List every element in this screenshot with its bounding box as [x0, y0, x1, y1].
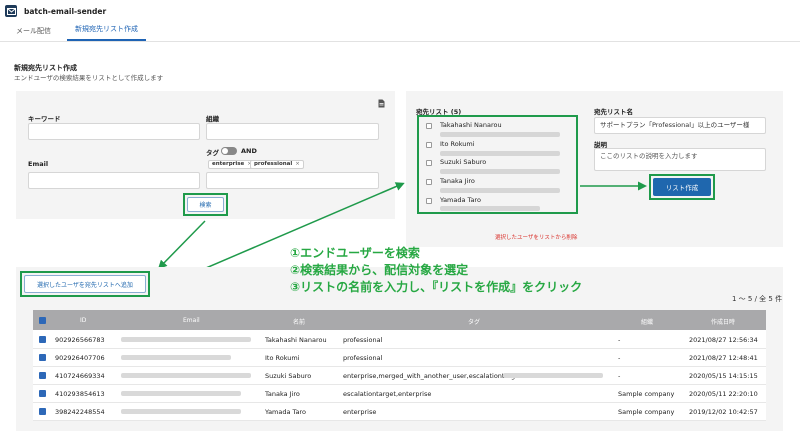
cell-id: 902926566783	[55, 336, 105, 344]
row-checkbox[interactable]	[39, 390, 46, 397]
cell-org: -	[618, 372, 621, 380]
cell-name: Suzuki Saburo	[265, 372, 312, 380]
col-tags[interactable]: タグ	[468, 317, 480, 326]
cell-name: Ito Rokumi	[265, 354, 300, 362]
table-row[interactable]: 902926407706 Ito Rokumi professional - 2…	[33, 349, 766, 367]
add-to-list-button[interactable]: 選択したユーザを宛先リストへ追加	[24, 275, 146, 293]
cell-name: Yamada Taro	[265, 408, 306, 416]
cell-org: Sample company	[618, 408, 675, 416]
table-header: ID Email 名前 タグ 組織 作成日時	[33, 310, 766, 330]
arrow-search-to-add	[157, 220, 206, 270]
cell-created: 2019/12/02 10:42:57	[689, 408, 758, 416]
cell-created: 2020/05/15 14:15:15	[689, 372, 758, 380]
cell-org: -	[618, 336, 621, 344]
redacted-email	[121, 355, 231, 360]
col-id[interactable]: ID	[80, 317, 86, 324]
row-checkbox[interactable]	[39, 336, 46, 343]
cell-tags: escalationtarget,enterprise	[343, 390, 432, 398]
col-name[interactable]: 名前	[293, 317, 305, 326]
table-row[interactable]: 902926566783 Takahashi Nanarou professio…	[33, 331, 766, 349]
redacted-email	[121, 409, 241, 414]
cell-id: 410293854613	[55, 390, 105, 398]
row-checkbox[interactable]	[39, 408, 46, 415]
cell-tags: professional	[343, 336, 383, 344]
cell-id: 902926407706	[55, 354, 105, 362]
cell-created: 2021/08/27 12:56:34	[689, 336, 758, 344]
cell-name: Tanaka Jiro	[265, 390, 300, 398]
redacted-tags	[503, 373, 603, 378]
cell-tags: professional	[343, 354, 383, 362]
select-all-checkbox[interactable]	[39, 317, 46, 324]
instruction-step-2: ②検索結果から、配信対象を選定	[290, 263, 469, 277]
row-checkbox[interactable]	[39, 354, 46, 361]
cell-name: Takahashi Nanarou	[265, 336, 327, 344]
col-email[interactable]: Email	[183, 317, 200, 324]
instructions: ①エンドユーザーを検索 ②検索結果から、配信対象を選定 ③リストの名前を入力し、…	[290, 245, 582, 296]
cell-created: 2020/05/11 22:20:10	[689, 390, 758, 398]
cell-id: 398242248554	[55, 408, 105, 416]
redacted-email	[121, 373, 251, 378]
results-table: ID Email 名前 タグ 組織 作成日時 902926566783 Taka…	[33, 310, 766, 421]
cell-id: 410724669334	[55, 372, 105, 380]
redacted-email	[121, 337, 251, 342]
table-row[interactable]: 398242248554 Yamada Taro enterprise Samp…	[33, 403, 766, 421]
col-org[interactable]: 組織	[641, 317, 653, 326]
cell-org: -	[618, 354, 621, 362]
cell-created: 2021/08/27 12:48:41	[689, 354, 758, 362]
col-created[interactable]: 作成日時	[711, 317, 735, 326]
instruction-step-1: ①エンドユーザーを検索	[290, 246, 420, 260]
row-checkbox[interactable]	[39, 372, 46, 379]
redacted-email	[121, 391, 241, 396]
instruction-step-3: ③リストの名前を入力し、『リストを作成』をクリック	[290, 280, 583, 294]
cell-tags: enterprise	[343, 408, 377, 416]
table-row[interactable]: 410293854613 Tanaka Jiro escalationtarge…	[33, 385, 766, 403]
table-row[interactable]: 410724669334 Suzuki Saburo enterprise,me…	[33, 367, 766, 385]
cell-org: Sample company	[618, 390, 675, 398]
cell-tags: enterprise,merged_with_another_user,esca…	[343, 372, 522, 380]
pagination: 1 〜 5 / 全 5 件	[732, 295, 783, 303]
